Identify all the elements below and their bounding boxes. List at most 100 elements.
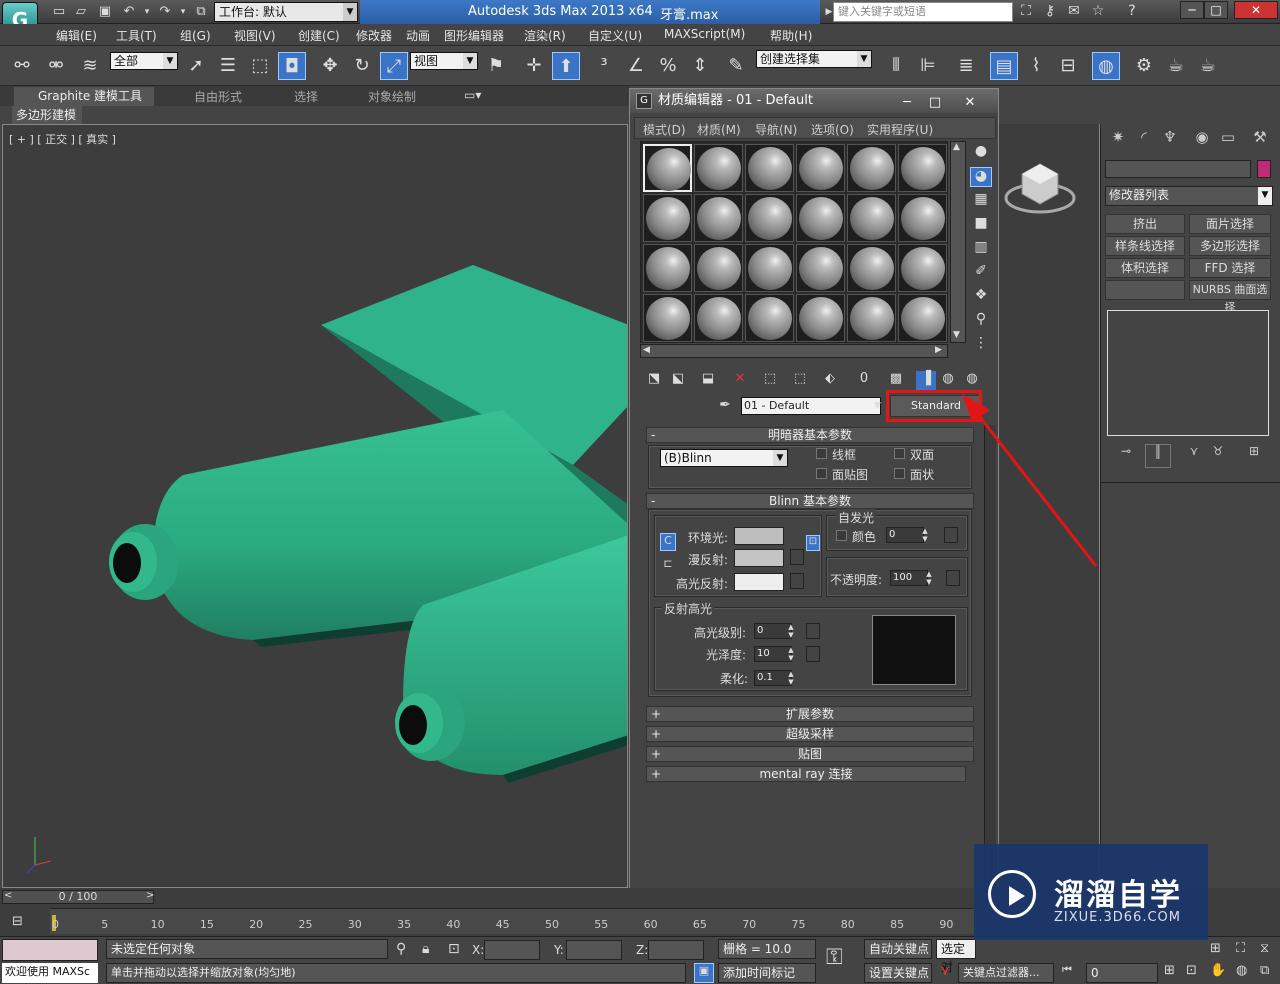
render-setup-icon[interactable]: ⚙	[1130, 52, 1158, 80]
zoom-extents-icon[interactable]: ⊞	[1210, 941, 1221, 956]
menu-material[interactable]: 材质(M)	[697, 121, 741, 138]
lock-diffuse-specular-icon[interactable]: ⊏	[660, 557, 676, 575]
menu-tools[interactable]: 工具(T)	[116, 27, 157, 44]
curve-editor-icon[interactable]: ⌇	[1022, 52, 1050, 80]
menu-maxscript[interactable]: MAXScript(M)	[664, 27, 745, 41]
menu-customize[interactable]: 自定义(U)	[588, 27, 642, 44]
rect-selection-icon[interactable]: ⬚	[246, 52, 274, 80]
help-icon[interactable]: ?	[1122, 3, 1142, 21]
menu-animation[interactable]: 动画	[406, 27, 430, 44]
self-illum-color-checkbox[interactable]	[836, 530, 847, 541]
rotate-icon[interactable]: ↻	[348, 52, 376, 80]
material-sample-slot[interactable]	[694, 294, 743, 342]
configure-modifier-sets-icon[interactable]: ⊞	[1241, 444, 1267, 468]
material-sample-slot[interactable]	[796, 194, 845, 242]
go-forward-sibling-icon[interactable]: ◍	[962, 371, 982, 391]
time-slider[interactable]: 0 / 100	[2, 890, 154, 904]
rollout-extended[interactable]: + 扩展参数	[646, 706, 974, 722]
diffuse-map-button[interactable]	[790, 549, 804, 565]
angle-snap-icon[interactable]: ∠	[622, 52, 650, 80]
material-sample-slot[interactable]	[898, 194, 947, 242]
region-zoom-icon[interactable]: ⊡	[1186, 963, 1197, 978]
material-sample-slot[interactable]	[745, 294, 794, 342]
modifier-ffd-select-button[interactable]: FFD 选择	[1189, 258, 1271, 278]
material-sample-slot[interactable]	[847, 244, 896, 292]
motion-tab-icon[interactable]: ◉	[1189, 128, 1215, 152]
star-icon[interactable]: ☆	[1088, 3, 1108, 21]
material-sample-slot[interactable]	[898, 144, 947, 192]
binoculars-icon[interactable]: ⛶	[1016, 3, 1036, 21]
pan-icon[interactable]: ✋	[1210, 963, 1226, 978]
eyedropper-icon[interactable]: ✒	[716, 397, 734, 415]
lock-map-icon[interactable]: ⊡	[806, 535, 820, 551]
spinner-arrows-icon[interactable]: ▲ ▼	[920, 527, 930, 543]
align-icon[interactable]: ⊫	[914, 52, 942, 80]
maxscript-welcome[interactable]: 欢迎使用 MAXSc	[2, 963, 98, 983]
maximize-icon[interactable]: □	[924, 91, 946, 110]
maximize-viewport-icon[interactable]: ⧉	[1260, 963, 1269, 978]
communication-icon[interactable]: ✉	[1064, 3, 1084, 21]
modifier-extrude-button[interactable]: 挤出	[1105, 214, 1185, 234]
percent-snap-icon[interactable]: %	[654, 52, 682, 80]
material-sample-slot[interactable]	[796, 294, 845, 342]
select-object-icon[interactable]: ➚	[182, 52, 210, 80]
reset-map-icon[interactable]: ✕	[730, 371, 750, 391]
material-sample-slot[interactable]	[898, 294, 947, 342]
time-tag-icon[interactable]: ▣	[694, 963, 714, 983]
material-sample-slot[interactable]	[796, 244, 845, 292]
spinner-arrows-icon[interactable]: ▲ ▼	[924, 570, 934, 586]
redo-icon[interactable]: ↷	[156, 3, 174, 21]
auto-key-button[interactable]: 自动关键点	[864, 939, 932, 959]
assign-to-selection-icon[interactable]: ⬓	[698, 371, 718, 391]
zoom-all-icon[interactable]: ⛶	[1236, 941, 1245, 956]
sample-type-icon[interactable]: ●	[970, 143, 992, 163]
named-selection-dropdown[interactable]: 创建选择集 ▼	[756, 50, 872, 68]
snap-toggle-icon[interactable]: ³	[590, 52, 618, 80]
material-sample-slot[interactable]	[898, 244, 947, 292]
modifier-nurbs-select-button[interactable]: NURBS 曲面选择	[1189, 280, 1271, 314]
menu-help[interactable]: 帮助(H)	[770, 27, 812, 44]
material-editor-icon[interactable]: ◍	[1092, 52, 1120, 80]
material-sample-slot[interactable]	[694, 194, 743, 242]
face-map-checkbox[interactable]	[816, 468, 827, 479]
remove-modifier-icon[interactable]: ♉	[1205, 444, 1231, 468]
show-end-result-icon[interactable]: ▐	[916, 371, 936, 391]
viewcube-icon[interactable]	[1000, 154, 1090, 224]
material-sample-slot[interactable]	[745, 244, 794, 292]
object-name-field[interactable]	[1105, 160, 1251, 178]
material-sample-slot[interactable]	[643, 194, 692, 242]
utilities-tab-icon[interactable]: ⚒	[1247, 128, 1273, 152]
move-icon[interactable]: ✥	[316, 52, 344, 80]
modifier-stack-list[interactable]	[1107, 310, 1269, 436]
wire-checkbox[interactable]	[816, 448, 827, 459]
pin-stack-icon[interactable]: ⊸	[1113, 444, 1139, 468]
link-icon[interactable]: ⚯	[8, 52, 36, 80]
rollout-maps[interactable]: + 贴图	[646, 746, 974, 762]
go-to-parent-icon[interactable]: ◍	[938, 371, 958, 391]
material-sample-slot[interactable]	[643, 144, 692, 192]
background-icon[interactable]: ▦	[970, 191, 992, 211]
select-by-name-icon[interactable]: ☰	[214, 52, 242, 80]
glossiness-map-button[interactable]	[806, 646, 820, 662]
modifier-spline-select-button[interactable]: 样条线选择	[1105, 236, 1185, 256]
polygon-modeling-tab[interactable]: 多边形建模	[12, 106, 82, 124]
material-id-channel-icon[interactable]: 0	[854, 371, 874, 391]
menu-view[interactable]: 视图(V)	[234, 27, 276, 44]
specular-map-button[interactable]	[790, 573, 804, 589]
viewport-right-area[interactable]	[996, 124, 1100, 888]
scroll-down-icon[interactable]: ▼	[953, 330, 960, 340]
new-file-icon[interactable]: ▭	[50, 3, 68, 21]
select-by-material-icon[interactable]: ⚲	[970, 311, 992, 331]
pivot-icon[interactable]: ⚑	[482, 52, 510, 80]
selection-filter-dropdown[interactable]: 全部 ▼	[110, 52, 178, 70]
hierarchy-tab-icon[interactable]: ♆	[1157, 128, 1183, 152]
keyboard-shortcut-icon[interactable]: ⬆	[552, 52, 580, 80]
window-crossing-icon[interactable]: ◘	[278, 52, 306, 80]
modifier-patch-select-button[interactable]: 面片选择	[1189, 214, 1271, 234]
reference-coord-dropdown[interactable]: 视图 ▼	[410, 52, 478, 70]
faceted-checkbox[interactable]	[894, 468, 905, 479]
get-material-icon[interactable]: ⬔	[644, 371, 664, 391]
orbit-icon[interactable]: ◍	[1236, 963, 1247, 978]
material-sample-slot[interactable]	[694, 244, 743, 292]
two-sided-checkbox[interactable]	[894, 448, 905, 459]
